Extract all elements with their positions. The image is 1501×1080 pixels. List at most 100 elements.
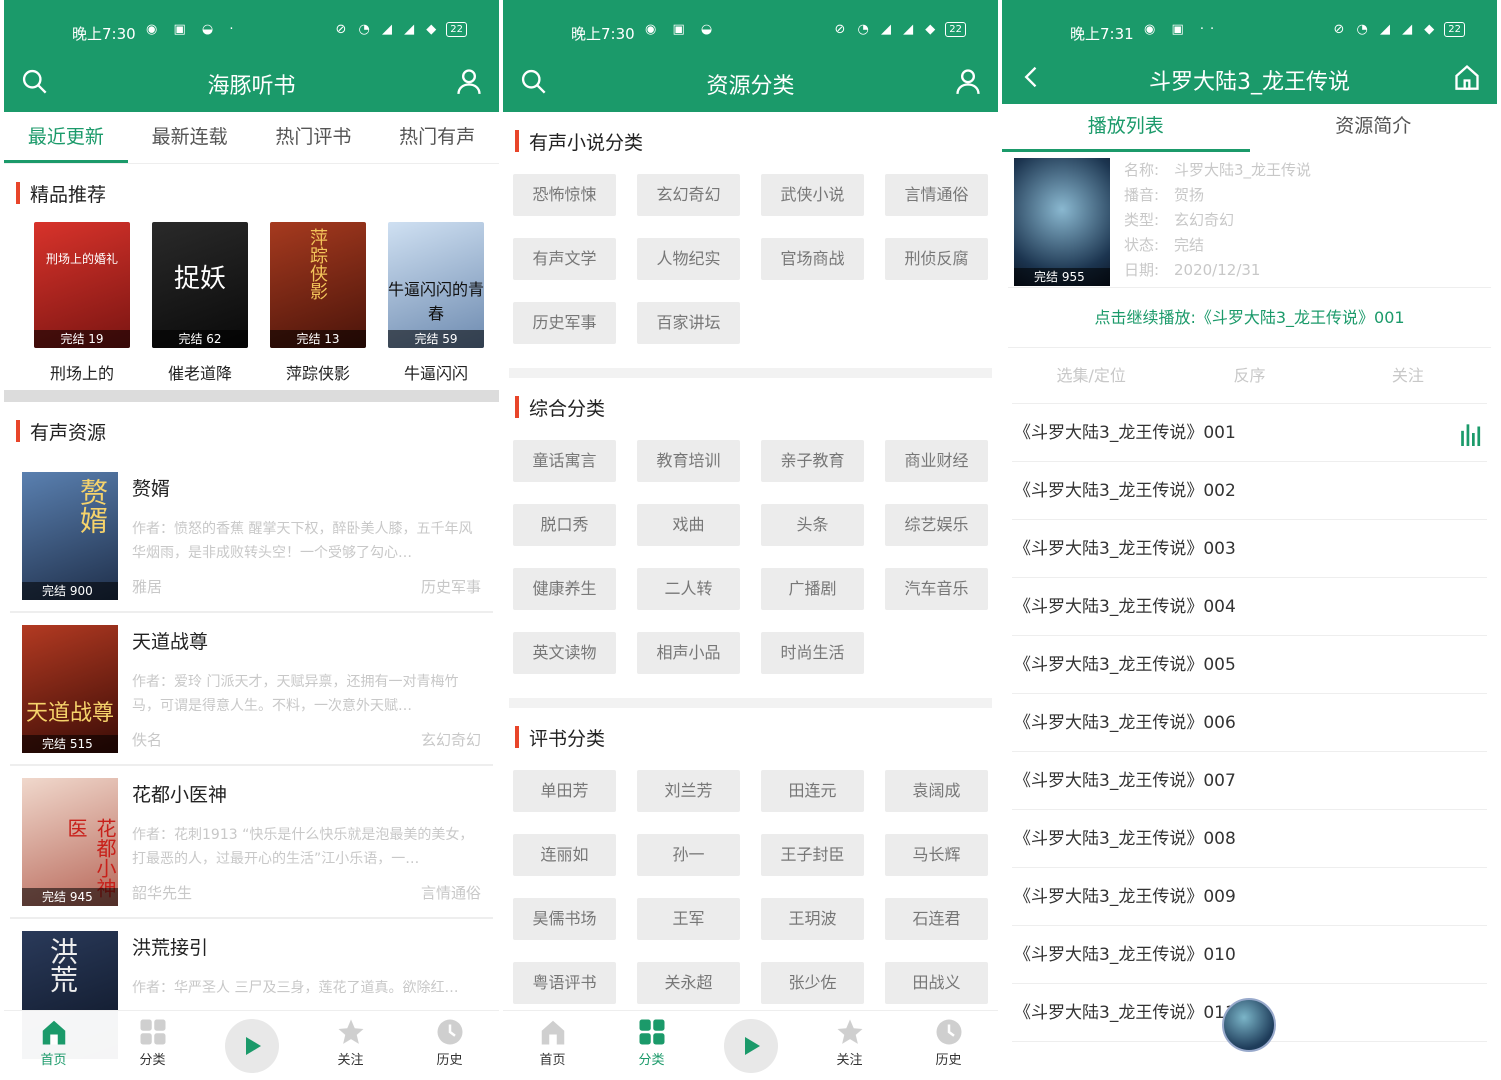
category-chip[interactable]: 童话寓言 [513,440,616,482]
category-chip[interactable]: 田连元 [761,770,864,812]
nav-history[interactable]: 历史 [899,1011,998,1080]
category-chip[interactable]: 汽车音乐 [885,568,988,610]
follow-button[interactable]: 关注 [1329,348,1487,403]
recommended-item[interactable]: 牛逼闪闪的青春 完结 59 牛逼闪闪 [388,222,484,390]
episode-item[interactable]: 《斗罗大陆3_龙王传说》010 [1012,926,1487,984]
play-button[interactable] [723,1019,778,1073]
nav-history[interactable]: 历史 [400,1011,499,1080]
page-title: 斗罗大陆3_龙王传说 [1149,70,1350,95]
tab-playlist[interactable]: 播放列表 [1002,104,1250,152]
category-chip[interactable]: 王军 [637,898,740,940]
category-chip[interactable]: 英文读物 [513,632,616,674]
nav-category[interactable]: 分类 [103,1011,202,1080]
profile-button[interactable] [954,67,984,97]
category-chip[interactable]: 武侠小说 [761,174,864,216]
episode-item[interactable]: 《斗罗大陆3_龙王传说》002 [1012,462,1487,520]
book-name: 催老道降 [167,364,232,383]
profile-button[interactable] [455,67,485,97]
category-chip[interactable]: 健康养生 [513,568,616,610]
category-chip[interactable]: 头条 [761,504,864,546]
reverse-order-button[interactable]: 反序 [1170,348,1328,403]
nav-follow[interactable]: 关注 [800,1011,899,1080]
app-title: 海豚听书 [207,74,296,99]
category-chip[interactable]: 脱口秀 [513,504,616,546]
category-chip[interactable]: 单田芳 [513,770,616,812]
nav-home[interactable]: 首页 [503,1011,602,1080]
resource-title: 赘婿 [132,478,171,500]
category-chip[interactable]: 教育培训 [637,440,740,482]
category-chip[interactable]: 关永超 [637,962,740,1004]
nav-follow[interactable]: 关注 [301,1011,400,1080]
system-icons: ⊘ ◔ ◢ ◢ ◆ 22 [336,22,467,37]
select-episode-button[interactable]: 选集/定位 [1012,348,1170,403]
tab-hot-audio[interactable]: 热门有声 [375,112,499,163]
category-chip[interactable]: 戏曲 [637,504,740,546]
episode-item[interactable]: 《斗罗大陆3_龙王传说》001 [1012,404,1487,462]
category-chip[interactable]: 马长辉 [885,834,988,876]
status-badge: 完结 13 [270,330,366,348]
home-screen: 晚上7:30 ◉ ▣ ◒ · ⊘ ◔ ◢ ◢ ◆ 22 海豚听书 最近更新 最新连… [4,0,499,1080]
recommended-item[interactable]: 刑场上的婚礼 完结 19 刑场上的 [34,222,130,390]
category-section: 有声小说分类 恐怖惊悚 玄幻奇幻 武侠小说 言情通俗 有声文学 人物纪实 官场商… [503,112,998,368]
episode-item[interactable]: 《斗罗大陆3_龙王传说》003 [1012,520,1487,578]
tab-intro[interactable]: 资源简介 [1250,104,1498,152]
nav-home[interactable]: 首页 [4,1011,103,1080]
episode-title: 《斗罗大陆3_龙王传说》011 [1014,1003,1236,1023]
category-chip[interactable]: 孙一 [637,834,740,876]
home-button[interactable] [1453,63,1483,93]
nav-play[interactable] [701,1011,800,1080]
list-item[interactable]: 赘婿 完结 900 赘婿 作者：愤怒的香蕉 醒掌天下权，醉卧美人膝，五千年风华烟… [10,460,493,613]
nav-category[interactable]: 分类 [602,1011,701,1080]
info-row: 状态: 完结 [1124,233,1311,258]
category-chip[interactable]: 田战义 [885,962,988,1004]
category-chip[interactable]: 粤语评书 [513,962,616,1004]
category-chip[interactable]: 昊儒书场 [513,898,616,940]
category-chip[interactable]: 恐怖惊悚 [513,174,616,216]
episode-item[interactable]: 《斗罗大陆3_龙王传说》009 [1012,868,1487,926]
category-chip[interactable]: 王子封臣 [761,834,864,876]
episode-item[interactable]: 《斗罗大陆3_龙王传说》006 [1012,694,1487,752]
tab-new-serial[interactable]: 最新连载 [128,112,252,163]
category-chip[interactable]: 刘兰芳 [637,770,740,812]
tab-recent-updates[interactable]: 最近更新 [4,112,128,163]
category-chip[interactable]: 玄幻奇幻 [637,174,740,216]
category-chip[interactable]: 刑侦反腐 [885,238,988,280]
category-chip[interactable]: 百家讲坛 [637,302,740,344]
category-chip[interactable]: 张少佐 [761,962,864,1004]
episode-item[interactable]: 《斗罗大陆3_龙王传说》007 [1012,752,1487,810]
continue-play-link[interactable]: 点击继续播放:《斗罗大陆3_龙王传说》001 [1008,288,1491,348]
category-chip[interactable]: 二人转 [637,568,740,610]
category-chip[interactable]: 官场商战 [761,238,864,280]
list-item[interactable]: 天道战尊 完结 515 天道战尊 作者：爱玲 门派天才，天赋异禀，还拥有一对青梅… [10,613,493,766]
book-cover: 完结 955 [1014,158,1110,286]
category-chip[interactable]: 商业财经 [885,440,988,482]
category-chip[interactable]: 时尚生活 [761,632,864,674]
category-chip[interactable]: 历史军事 [513,302,616,344]
category-chip[interactable]: 综艺娱乐 [885,504,988,546]
category-chip[interactable]: 言情通俗 [885,174,988,216]
episode-item[interactable]: 《斗罗大陆3_龙王传说》004 [1012,578,1487,636]
list-item[interactable]: 花都小神医 完结 945 花都小医神 作者：花刺1913 “快乐是什么快乐就是泡… [10,766,493,919]
episode-title: 《斗罗大陆3_龙王传说》001 [1014,423,1236,443]
episode-item[interactable]: 《斗罗大陆3_龙王传说》005 [1012,636,1487,694]
category-chip[interactable]: 石连君 [885,898,988,940]
category-chip[interactable]: 连丽如 [513,834,616,876]
recommended-item[interactable]: 萍踪侠影 完结 13 萍踪侠影 [270,222,366,390]
category-chip[interactable]: 王玥波 [761,898,864,940]
info-row: 播音: 贺扬 [1124,183,1311,208]
floating-player-button[interactable] [1222,998,1276,1052]
cover-title: 萍踪侠影 [307,228,328,300]
tab-hot-pingshu[interactable]: 热门评书 [252,112,376,163]
user-icon [956,69,980,94]
category-chip[interactable]: 袁阔成 [885,770,988,812]
category-chip[interactable]: 亲子教育 [761,440,864,482]
play-button[interactable] [224,1019,279,1073]
category-chip[interactable]: 广播剧 [761,568,864,610]
category-chip[interactable]: 相声小品 [637,632,740,674]
category-chip[interactable]: 有声文学 [513,238,616,280]
resource-info: 花都小医神 作者：花刺1913 “快乐是什么快乐就是泡最美的美女，打最恶的人，过… [118,778,481,903]
episode-item[interactable]: 《斗罗大陆3_龙王传说》008 [1012,810,1487,868]
category-chip[interactable]: 人物纪实 [637,238,740,280]
nav-play[interactable] [202,1011,301,1080]
recommended-item[interactable]: 捉妖 完结 62 催老道降 [152,222,248,390]
